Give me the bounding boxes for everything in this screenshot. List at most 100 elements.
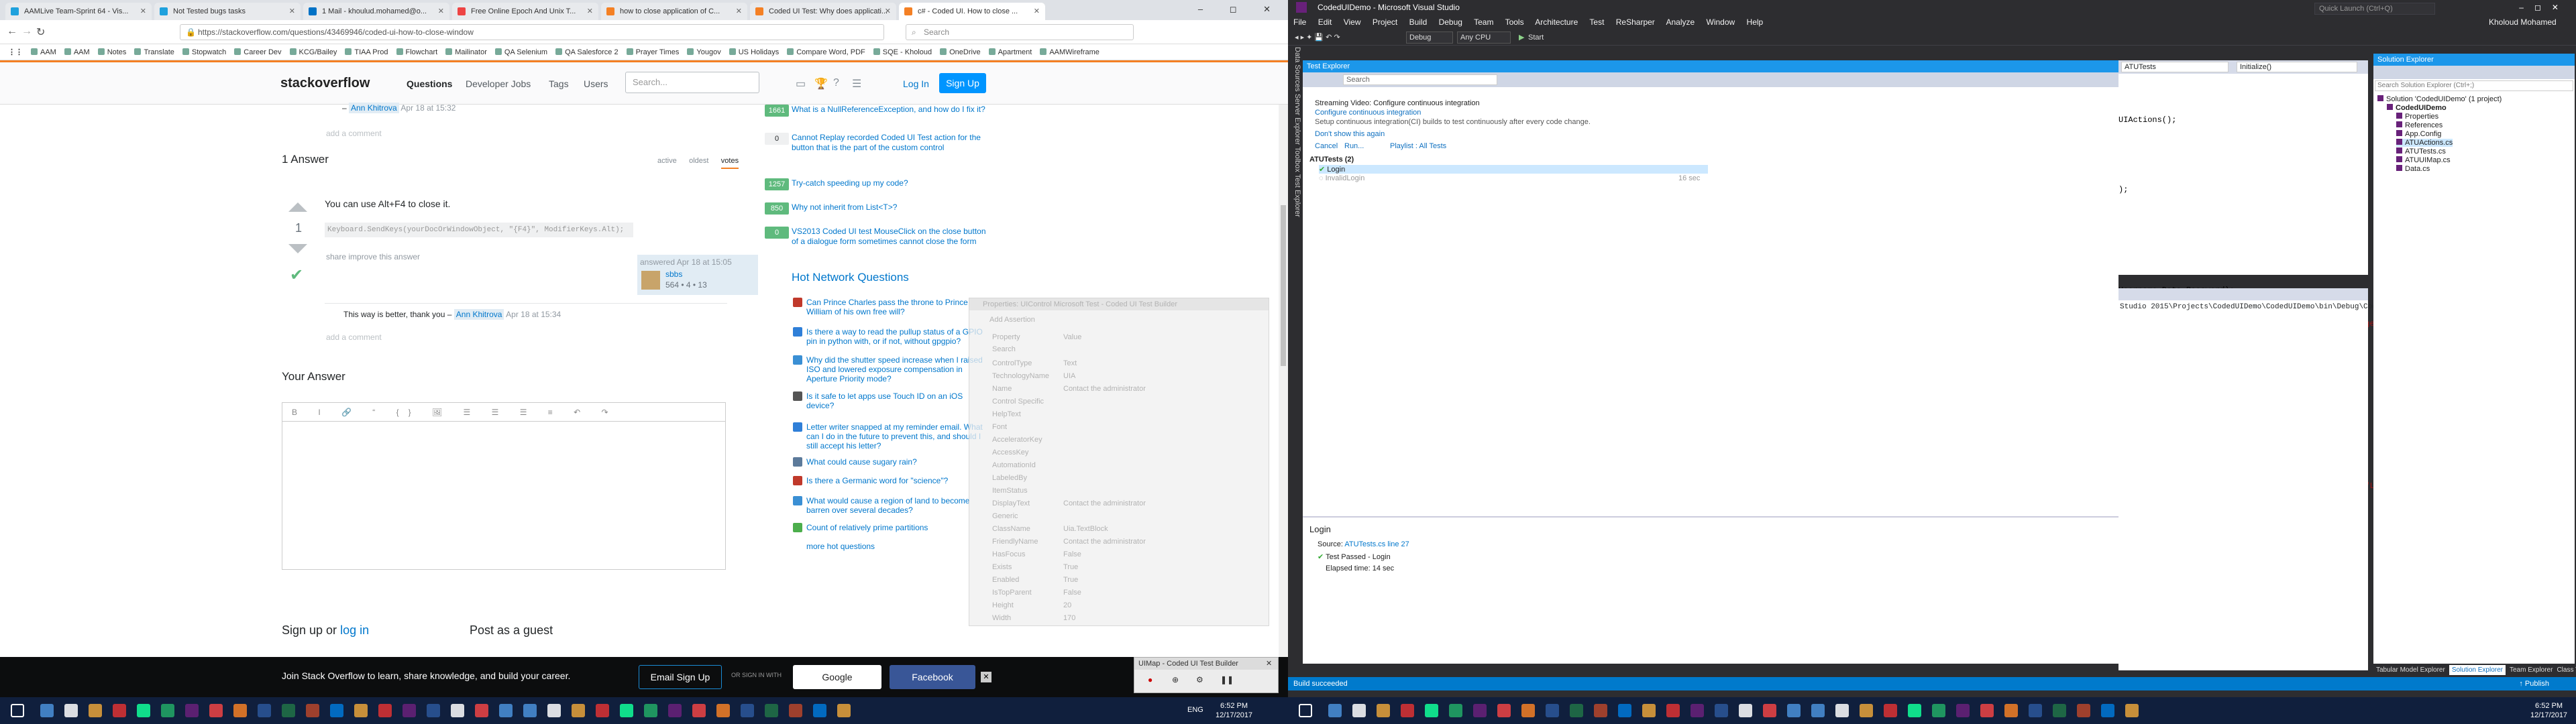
bookmark-item[interactable]: Career Dev: [234, 44, 282, 60]
solution-item[interactable]: CodedUIDemo: [2387, 104, 2447, 112]
coded-ui-builder-window[interactable]: Properties: UIControl Microsoft Test - C…: [969, 298, 1269, 626]
chrome-tab[interactable]: Coded UI Test: Why does applicati... ✕: [750, 3, 896, 20]
property-row[interactable]: AcceleratorKey: [992, 434, 1260, 446]
add-comment-link[interactable]: add a comment: [326, 129, 382, 138]
property-row[interactable]: FriendlyName Contact the administrator: [992, 536, 1260, 548]
taskbar-app-icon[interactable]: [1811, 704, 1825, 717]
taskbar-app-icon[interactable]: [427, 704, 440, 717]
menu-item-help[interactable]: Help: [1747, 17, 1764, 27]
chrome-tab[interactable]: how to close application of C... ✕: [601, 3, 747, 20]
solution-item[interactable]: Data.cs: [2396, 165, 2430, 173]
scrollbar-thumb[interactable]: [1281, 205, 1286, 366]
taskbar-app-icon[interactable]: [1642, 704, 1656, 717]
taskbar-app-icon[interactable]: [161, 704, 174, 717]
taskbar-app-icon[interactable]: [1401, 704, 1414, 717]
taskbar-app-icon[interactable]: [64, 704, 78, 717]
add-assertion-button[interactable]: Add Assertion: [989, 316, 1035, 324]
taskbar-app-icon[interactable]: [2029, 704, 2042, 717]
taskbar-app-icon[interactable]: [1425, 704, 1438, 717]
bookmark-item[interactable]: SQE - Kholoud: [873, 44, 932, 60]
linked-question[interactable]: 0 VS2013 Coded UI test MouseClick on the …: [765, 227, 993, 247]
taskbar-clock-left[interactable]: 6:52 PM 12/17/2017: [1216, 701, 1252, 720]
chrome-tab[interactable]: Not Tested bugs tasks ✕: [154, 3, 301, 20]
bookmark-item[interactable]: Compare Word, PDF: [787, 44, 865, 60]
taskbar-app-icon[interactable]: [1473, 704, 1487, 717]
vs-left-tool-tabs[interactable]: Data Sources Server Explorer Toolbox Tes…: [1288, 47, 1301, 670]
taskbar-app-icon[interactable]: [1690, 704, 1704, 717]
member-dropdown[interactable]: Initialize(): [2237, 62, 2357, 72]
taskbar-app-icon[interactable]: [837, 704, 851, 717]
site-switcher-icon[interactable]: ☰: [852, 77, 861, 90]
source-link[interactable]: ATUTests.cs line 27: [1344, 540, 1409, 548]
chrome-tab[interactable]: c# - Coded UI. How to close ... ✕: [899, 3, 1045, 20]
linked-question[interactable]: 1661 What is a NullReferenceException, an…: [765, 105, 993, 117]
taskbar-app-icon[interactable]: [596, 704, 609, 717]
menu-item-debug[interactable]: Debug: [1439, 17, 1462, 27]
help-icon[interactable]: ?: [833, 77, 839, 89]
solution-item[interactable]: Properties: [2396, 113, 2438, 121]
taskbar-app-icon[interactable]: [1521, 704, 1535, 717]
bookmark-item[interactable]: OneDrive: [940, 44, 981, 60]
menu-item-test[interactable]: Test: [1589, 17, 1604, 27]
solution-explorer-toolbar[interactable]: [2373, 66, 2575, 79]
streaming-video-link[interactable]: Streaming Video: Configure continuous in…: [1315, 99, 1480, 107]
taskbar-app-icon[interactable]: [330, 704, 343, 717]
taskbar-app-icon[interactable]: [1835, 704, 1849, 717]
platform-dropdown[interactable]: Any CPU: [1457, 32, 1511, 44]
forward-icon[interactable]: →: [21, 25, 32, 38]
taskbar-app-icon[interactable]: [668, 704, 682, 717]
test-search-input[interactable]: Search: [1343, 74, 1497, 85]
answer-editor[interactable]: B I 🔗 “ {} 🖼 ☰ ☰ ☰ ≡ ↶ ↷: [282, 402, 726, 570]
chrome-search-input[interactable]: ⌕ Search: [906, 24, 1134, 40]
so-search-input[interactable]: Search...: [625, 72, 759, 93]
chrome-tab[interactable]: AAMLive Team-Sprint 64 - Vis... ✕: [5, 3, 152, 20]
hot-question-link[interactable]: Count of relatively prime partitions: [793, 523, 987, 532]
inbox-icon[interactable]: ▭: [796, 77, 806, 90]
downvote-icon[interactable]: [288, 244, 307, 253]
toolbar-icons[interactable]: ◂ ▸ ✦ 💾 ↶ ↷: [1295, 29, 1340, 46]
taskbar-app-icon[interactable]: [572, 704, 585, 717]
solution-item[interactable]: App.Config: [2396, 130, 2441, 138]
code-editor[interactable]: ATUTests Initialize() UIActions(););User…: [2118, 60, 2548, 491]
menu-item-edit[interactable]: Edit: [1318, 17, 1332, 27]
linked-question[interactable]: 0 Cannot Replay recorded Coded UI Test ac…: [765, 133, 993, 153]
close-icon[interactable]: ✕: [1266, 659, 1272, 668]
bookmark-item[interactable]: AAM: [31, 44, 56, 60]
taskbar-app-icon[interactable]: [1787, 704, 1801, 717]
taskbar-app-icon[interactable]: [547, 704, 561, 717]
taskbar-app-icon[interactable]: [451, 704, 464, 717]
uimap-builder-window[interactable]: UIMap - Coded UI Test Builder ● ⊕ ⚙ ❚❚ ✕: [1134, 657, 1279, 693]
tab-votes[interactable]: votes: [720, 157, 739, 169]
bookmark-item[interactable]: AAM: [64, 44, 90, 60]
menu-item-view[interactable]: View: [1344, 17, 1361, 27]
linked-question[interactable]: 1257 Try-catch speeding up my code?: [765, 178, 993, 190]
taskbar-app-icon[interactable]: [499, 704, 513, 717]
so-logo[interactable]: stackoverflow: [280, 76, 370, 91]
taskbar-app-icon[interactable]: [1666, 704, 1680, 717]
property-row[interactable]: DisplayText Contact the administrator: [992, 497, 1260, 509]
menu-item-file[interactable]: File: [1293, 17, 1306, 27]
taskbar-app-icon[interactable]: [1449, 704, 1462, 717]
hot-question-link[interactable]: What could cause sugary rain?: [793, 457, 987, 467]
taskbar-app-icon[interactable]: [1908, 704, 1921, 717]
taskbar-app-icon[interactable]: [185, 704, 199, 717]
property-row[interactable]: Name Contact the administrator: [992, 383, 1260, 395]
bookmark-item[interactable]: KCG/Bailey: [289, 44, 337, 60]
property-row[interactable]: AccessKey: [992, 446, 1260, 459]
taskbar-app-icon[interactable]: [716, 704, 730, 717]
property-row[interactable]: HasFocus False: [992, 548, 1260, 560]
tab-close-icon[interactable]: ✕: [140, 3, 146, 20]
start-icon[interactable]: [1299, 704, 1312, 717]
avatar[interactable]: [641, 271, 660, 290]
menu-item-build[interactable]: Build: [1409, 17, 1428, 27]
taskbar-app-icon[interactable]: [258, 704, 271, 717]
hot-question-link[interactable]: Is there a way to read the pullup status…: [793, 327, 987, 346]
taskbar-app-icon[interactable]: [2125, 704, 2139, 717]
email-signup-button[interactable]: Email Sign Up: [639, 665, 722, 689]
taskbar-app-icon[interactable]: [233, 704, 247, 717]
start-button[interactable]: Start: [1528, 29, 1544, 46]
hot-question-link[interactable]: Letter writer snapped at my reminder ema…: [793, 422, 987, 450]
quick-launch-input[interactable]: Quick Launch (Ctrl+Q): [2314, 3, 2435, 15]
nav-users[interactable]: Users: [584, 78, 608, 89]
nav-developer-jobs[interactable]: Developer Jobs: [466, 78, 531, 89]
